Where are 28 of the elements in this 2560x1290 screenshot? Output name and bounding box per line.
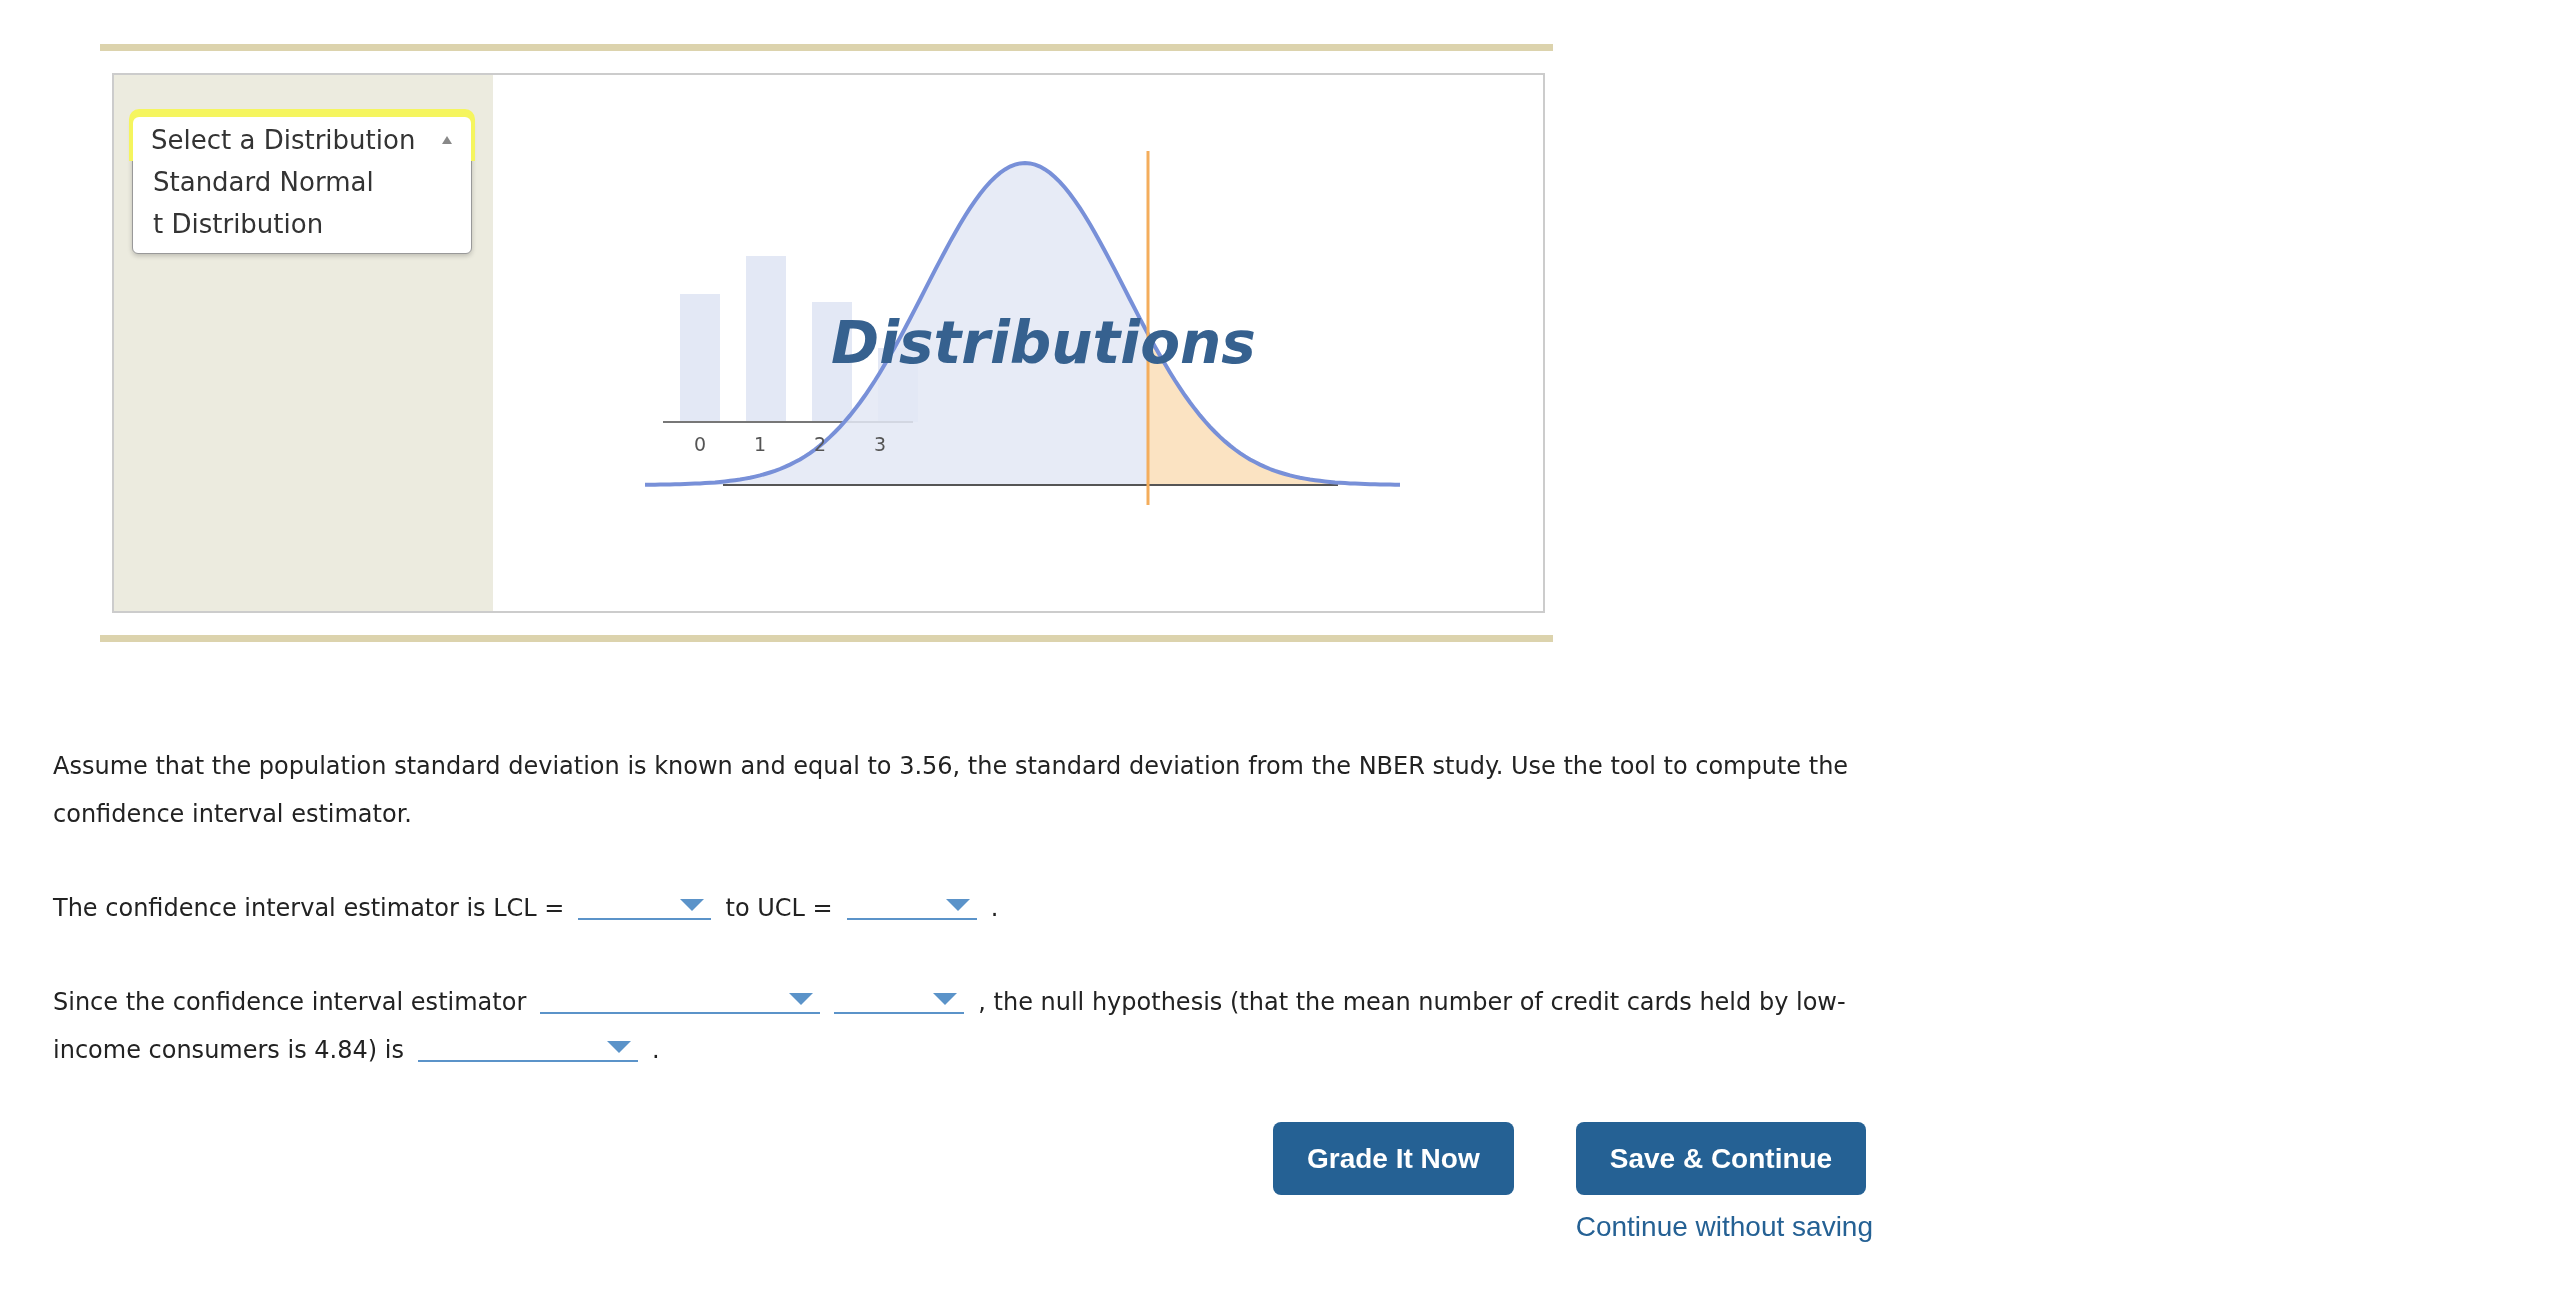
- caret-icon: [788, 992, 815, 1006]
- menu-option[interactable]: Standard Normal: [133, 161, 471, 203]
- question-text: The confidence interval estimator is LCL =: [53, 894, 565, 922]
- caret-icon: [944, 898, 971, 912]
- caret-icon: [932, 992, 959, 1006]
- question-text: .: [651, 1036, 660, 1064]
- question-text: Since the confidence interval estimator: [53, 988, 527, 1016]
- grade-button[interactable]: Grade It Now: [1273, 1122, 1514, 1195]
- tick-label: 1: [753, 433, 767, 455]
- question-text: to UCL =: [725, 894, 833, 922]
- answer-dropdown[interactable]: [834, 992, 965, 1014]
- question-text: .: [990, 894, 999, 922]
- answer-dropdown[interactable]: [540, 992, 821, 1014]
- caret-icon: [605, 1040, 632, 1054]
- question-text: income consumers is 4.84) is: [53, 1036, 404, 1064]
- tick-label: 2: [813, 433, 827, 455]
- answer-dropdown[interactable]: [417, 1040, 638, 1062]
- tick-label: 0: [693, 433, 707, 455]
- question-text: Assume that the population standard deviation is known and equal to 3.56, the standard deviation from the NBER study. Use the tool to compute the confidence interval estimator.: [53, 751, 1850, 830]
- answer-dropdown[interactable]: [846, 898, 977, 920]
- menu-option[interactable]: t Distribution: [133, 203, 471, 245]
- caret-icon: [441, 135, 453, 145]
- question-text: , the null hypothesis (that the mean number of credit cards held by low-: [978, 988, 1846, 1016]
- continue-link[interactable]: Continue without saving: [1575, 1211, 1873, 1243]
- caret-icon: [679, 898, 706, 912]
- answer-dropdown[interactable]: [578, 898, 712, 920]
- tick-label: 3: [873, 433, 887, 455]
- save-continue-button[interactable]: Save & Continue: [1575, 1122, 1867, 1195]
